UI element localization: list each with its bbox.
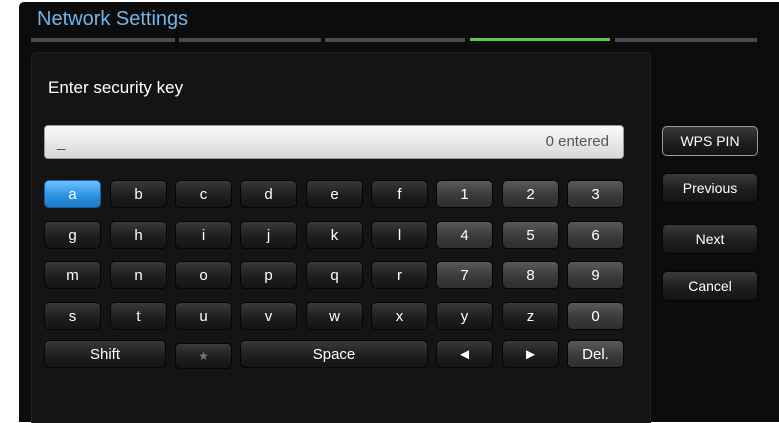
- key-q[interactable]: q: [306, 261, 363, 289]
- key-t[interactable]: t: [110, 302, 167, 330]
- key-x[interactable]: x: [371, 302, 428, 330]
- key-u[interactable]: u: [175, 302, 232, 330]
- key-i[interactable]: i: [175, 221, 232, 249]
- text-cursor: _: [57, 134, 66, 151]
- prompt-label: Enter security key: [48, 78, 184, 97]
- key-k[interactable]: k: [306, 221, 363, 249]
- key-o[interactable]: o: [175, 261, 232, 289]
- key-1[interactable]: 1: [436, 180, 493, 208]
- key-r[interactable]: r: [371, 261, 428, 289]
- key-v[interactable]: v: [240, 302, 297, 330]
- key-4[interactable]: 4: [436, 221, 493, 249]
- key-z[interactable]: z: [502, 302, 559, 330]
- progress-step-3: [325, 38, 465, 42]
- key-3[interactable]: 3: [567, 180, 624, 208]
- key-s[interactable]: s: [44, 302, 101, 330]
- previous-button[interactable]: Previous: [662, 173, 758, 203]
- cursor-right-key[interactable]: ►: [502, 340, 559, 368]
- key-w[interactable]: w: [306, 302, 363, 330]
- progress-step-4: [470, 38, 610, 41]
- progress-step-5: [615, 38, 757, 42]
- progress-step-2: [179, 38, 321, 42]
- progress-step-1: [31, 38, 175, 42]
- space-key[interactable]: Space: [240, 340, 428, 368]
- cursor-left-key[interactable]: ◄: [436, 340, 493, 368]
- key-g[interactable]: g: [44, 221, 101, 249]
- page-title: Network Settings: [37, 8, 189, 30]
- key-b[interactable]: b: [110, 180, 167, 208]
- star-key[interactable]: ★: [175, 343, 232, 369]
- delete-key[interactable]: Del.: [567, 340, 624, 368]
- key-l[interactable]: l: [371, 221, 428, 249]
- shift-key[interactable]: Shift: [44, 340, 166, 368]
- key-h[interactable]: h: [110, 221, 167, 249]
- key-y[interactable]: y: [436, 302, 493, 330]
- key-5[interactable]: 5: [502, 221, 559, 249]
- key-8[interactable]: 8: [502, 261, 559, 289]
- wps-pin-button[interactable]: WPS PIN: [662, 126, 758, 156]
- key-d[interactable]: d: [240, 180, 297, 208]
- next-button[interactable]: Next: [662, 224, 758, 254]
- key-2[interactable]: 2: [502, 180, 559, 208]
- key-m[interactable]: m: [44, 261, 101, 289]
- key-j[interactable]: j: [240, 221, 297, 249]
- key-e[interactable]: e: [306, 180, 363, 208]
- key-9[interactable]: 9: [567, 261, 624, 289]
- key-p[interactable]: p: [240, 261, 297, 289]
- key-7[interactable]: 7: [436, 261, 493, 289]
- key-0[interactable]: 0: [567, 302, 624, 330]
- key-a[interactable]: a: [44, 180, 101, 208]
- cancel-button[interactable]: Cancel: [662, 271, 758, 301]
- entered-count: 0 entered: [545, 133, 609, 150]
- security-key-input[interactable]: _ 0 entered: [44, 125, 624, 159]
- key-n[interactable]: n: [110, 261, 167, 289]
- key-c[interactable]: c: [175, 180, 232, 208]
- key-f[interactable]: f: [371, 180, 428, 208]
- key-6[interactable]: 6: [567, 221, 624, 249]
